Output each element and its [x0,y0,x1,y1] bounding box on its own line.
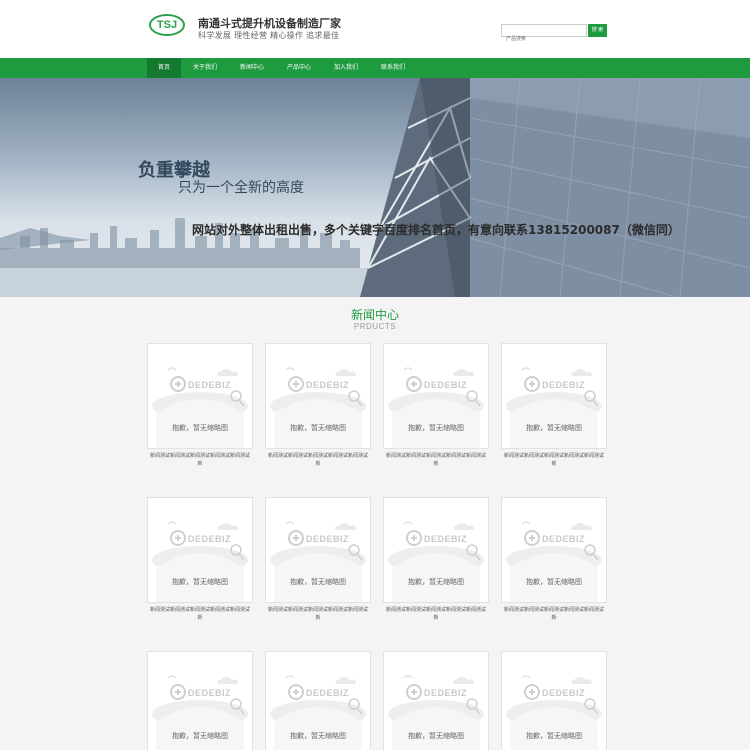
placeholder-text: 抱歉，暂无缩略图 [526,424,582,432]
news-thumbnail[interactable]: DEDEBIZ 抱歉，暂无缩略图 [501,651,607,750]
news-thumbnail[interactable]: DEDEBIZ 抱歉，暂无缩略图 [147,651,253,750]
news-thumbnail[interactable]: DEDEBIZ 抱歉，暂无缩略图 [147,497,253,603]
placeholder-text: 抱歉，暂无缩略图 [290,732,346,740]
news-card[interactable]: DEDEBIZ 抱歉，暂无缩略图新闻测试新闻测试新闻测试新闻测试新闻测试新 [501,343,607,468]
placeholder-logo: DEDEBIZ [424,688,468,698]
placeholder-text: 抱歉，暂无缩略图 [526,578,582,586]
news-card-title[interactable]: 新闻测试新闻测试新闻测试新闻测试新闻测试新 [147,606,253,622]
news-card[interactable]: DEDEBIZ 抱歉，暂无缩略图新闻测试新闻测试新闻测试新闻测试新闻测试新 [147,343,253,468]
news-card-title[interactable]: 新闻测试新闻测试新闻测试新闻测试新闻测试新 [501,606,607,622]
nav-item-news[interactable]: 新闻中心 [235,58,269,78]
nav-item-products[interactable]: 产品中心 [282,58,316,78]
placeholder-text: 抱歉，暂无缩略图 [290,578,346,586]
banner-illustration [0,78,750,297]
news-card[interactable]: DEDEBIZ 抱歉，暂无缩略图新闻测试新闻测试新闻测试新闻测试新闻测试新 [265,497,371,622]
main-nav: 首页 关于我们 新闻中心 产品中心 加入我们 联系我们 [0,58,750,78]
news-card[interactable]: DEDEBIZ 抱歉，暂无缩略图新闻测试新闻测试新闻测试新闻测试新闻测试新 [383,343,489,468]
news-card-title[interactable]: 新闻测试新闻测试新闻测试新闻测试新闻测试新 [147,452,253,468]
news-thumbnail[interactable]: DEDEBIZ 抱歉，暂无缩略图 [383,343,489,449]
placeholder-logo: DEDEBIZ [188,380,232,390]
section-title: 新闻中心 [350,308,399,322]
news-card[interactable]: DEDEBIZ 抱歉，暂无缩略图新闻测试新闻测试新闻测试新闻测试新闻测试新 [383,497,489,622]
news-thumbnail[interactable]: DEDEBIZ 抱歉，暂无缩略图 [383,651,489,750]
news-thumbnail[interactable]: DEDEBIZ 抱歉，暂无缩略图 [501,497,607,603]
site-slogan: 科学发展 理性经营 精心操作 追求最佳 [198,31,340,40]
news-card-title[interactable]: 新闻测试新闻测试新闻测试新闻测试新闻测试新 [383,606,489,622]
news-card[interactable]: DEDEBIZ 抱歉，暂无缩略图新闻测试新闻测试新闻测试新闻测试新闻测试新 [265,343,371,468]
news-thumbnail[interactable]: DEDEBIZ 抱歉，暂无缩略图 [501,343,607,449]
placeholder-logo: DEDEBIZ [424,534,468,544]
nav-item-home[interactable]: 首页 [147,58,181,78]
news-card-title[interactable]: 新闻测试新闻测试新闻测试新闻测试新闻测试新 [383,452,489,468]
news-card[interactable]: DEDEBIZ抱歉，暂无缩略图新闻测试新闻测试新闻测试新闻测试新闻测试新 [147,651,253,750]
placeholder-text: 抱歉，暂无缩略图 [408,424,464,432]
banner-notice: 网站对外整体出租出售，多个关键字百度排名首页，有意向联系13815200087（… [192,223,680,237]
banner-subheading: 只为一个全新的高度 [178,180,304,196]
news-thumbnail[interactable]: DEDEBIZ 抱歉，暂无缩略图 [265,651,371,750]
placeholder-text: 抱歉，暂无缩略图 [408,578,464,586]
placeholder-text: 抱歉，暂无缩略图 [172,732,228,740]
hero-banner: 负重攀越 只为一个全新的高度 网站对外整体出租出售，多个关键字百度排名首页，有意… [0,78,750,297]
search-box [501,24,587,45]
news-card[interactable]: DEDEBIZ抱歉，暂无缩略图新闻测试新闻测试新闻测试新闻测试新闻测试新 [383,651,489,750]
news-thumbnail[interactable]: DEDEBIZ 抱歉，暂无缩略图 [383,497,489,603]
placeholder-logo: DEDEBIZ [306,688,350,698]
placeholder-text: 抱歉，暂无缩略图 [526,732,582,740]
news-card[interactable]: DEDEBIZ 抱歉，暂无缩略图新闻测试新闻测试新闻测试新闻测试新闻测试新 [501,497,607,622]
nav-item-contact[interactable]: 联系我们 [376,58,410,78]
placeholder-logo: DEDEBIZ [306,380,350,390]
search-button[interactable]: 搜 索 [588,24,607,37]
section-subtitle: PRDUCTS [353,322,397,331]
news-card-title[interactable]: 新闻测试新闻测试新闻测试新闻测试新闻测试新 [265,452,371,468]
placeholder-text: 抱歉，暂无缩略图 [290,424,346,432]
nav-item-about[interactable]: 关于我们 [188,58,222,78]
placeholder-logo: DEDEBIZ [542,380,586,390]
placeholder-logo: DEDEBIZ [424,380,468,390]
placeholder-logo: DEDEBIZ [188,688,232,698]
placeholder-text: 抱歉，暂无缩略图 [172,424,228,432]
placeholder-logo: DEDEBIZ [542,688,586,698]
placeholder-text: 抱歉，暂无缩略图 [172,578,228,586]
placeholder-logo: DEDEBIZ [188,534,232,544]
news-thumbnail[interactable]: DEDEBIZ 抱歉，暂无缩略图 [147,343,253,449]
placeholder-logo: DEDEBIZ [306,534,350,544]
news-card-title[interactable]: 新闻测试新闻测试新闻测试新闻测试新闻测试新 [265,606,371,622]
news-card[interactable]: DEDEBIZ抱歉，暂无缩略图新闻测试新闻测试新闻测试新闻测试新闻测试新 [265,651,371,750]
news-thumbnail[interactable]: DEDEBIZ 抱歉，暂无缩略图 [265,343,371,449]
placeholder-logo: DEDEBIZ [542,534,586,544]
news-card[interactable]: DEDEBIZ抱歉，暂无缩略图新闻测试新闻测试新闻测试新闻测试新闻测试新 [501,651,607,750]
search-input[interactable] [502,33,586,45]
site-logo[interactable]: TSJ [149,14,185,36]
news-card[interactable]: DEDEBIZ 抱歉，暂无缩略图新闻测试新闻测试新闻测试新闻测试新闻测试新 [147,497,253,622]
site-title: 南通斗式提升机设备制造厂家 [198,17,341,30]
nav-item-join[interactable]: 加入我们 [329,58,363,78]
site-header: TSJ 南通斗式提升机设备制造厂家 科学发展 理性经营 精心操作 追求最佳 搜 … [0,0,750,58]
placeholder-text: 抱歉，暂无缩略图 [408,732,464,740]
news-card-title[interactable]: 新闻测试新闻测试新闻测试新闻测试新闻测试新 [501,452,607,468]
news-thumbnail[interactable]: DEDEBIZ 抱歉，暂无缩略图 [265,497,371,603]
